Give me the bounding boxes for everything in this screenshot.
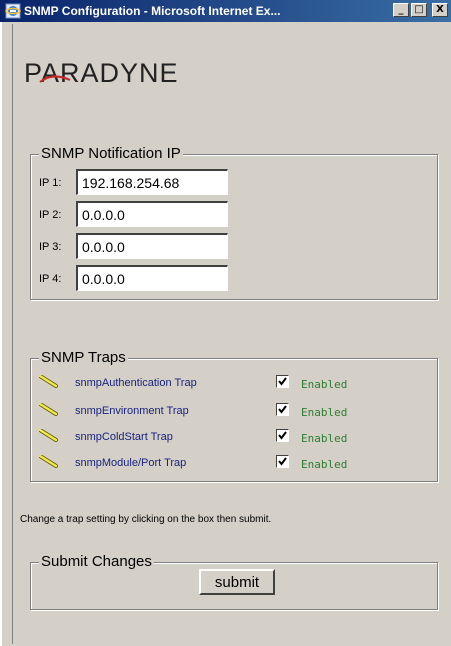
close-icon: X [436,4,444,15]
snmp-traps-legend: SNMP Traps [39,349,128,366]
pencil-icon [39,455,58,468]
trap-row: snmpModule/Port Trap Enabled [39,453,429,473]
minimize-button[interactable]: _ [393,3,409,17]
pencil-icon [39,375,58,388]
trap-name: snmpModule/Port Trap [75,457,187,469]
trap-checkbox[interactable] [276,455,289,468]
trap-status: Enabled [301,432,348,445]
pencil-icon [39,403,58,416]
minimize-icon: _ [398,4,404,15]
window-title: SNMP Configuration - Microsoft Internet … [24,4,281,18]
trap-row: snmpEnvironment Trap Enabled [39,401,429,421]
checkmark-icon [278,405,287,414]
trap-name: snmpEnvironment Trap [75,405,189,417]
trap-status: Enabled [301,458,348,471]
ip-label-1: IP 1: [39,177,62,189]
config-panel [12,24,451,644]
notification-ip-legend: SNMP Notification IP [39,145,183,162]
submit-button[interactable]: submit [199,569,275,595]
browser-window: SNMP Configuration - Microsoft Internet … [0,0,451,646]
submit-changes-legend: Submit Changes [39,553,154,570]
checkmark-icon [278,431,287,440]
trap-name: snmpColdStart Trap [75,431,173,443]
ip-label-4: IP 4: [39,273,62,285]
checkmark-icon [278,377,287,386]
ip-label-3: IP 3: [39,241,62,253]
trap-row: snmpAuthentication Trap Enabled [39,373,429,393]
ip2-input[interactable] [76,201,228,227]
close-button[interactable]: X [432,3,448,17]
submit-changes-group: Submit Changes submit [30,554,438,610]
trap-checkbox[interactable] [276,403,289,416]
ip-label-2: IP 2: [39,209,62,221]
ip4-input[interactable] [76,265,228,291]
trap-checkbox[interactable] [276,429,289,442]
pencil-icon [39,429,58,442]
title-bar[interactable]: SNMP Configuration - Microsoft Internet … [0,0,451,22]
logo-swoosh [39,75,71,83]
snmp-traps-group: SNMP Traps snmpAuthentication Trap Enabl… [30,350,438,482]
trap-status: Enabled [301,378,348,391]
internet-explorer-icon [5,3,21,19]
instructions-text: Change a trap setting by clicking on the… [20,514,272,525]
ip3-input[interactable] [76,233,228,259]
checkmark-icon [278,457,287,466]
trap-checkbox[interactable] [276,375,289,388]
notification-ip-group: SNMP Notification IP IP 1: IP 2: IP 3: I… [30,146,438,300]
ip1-input[interactable] [76,169,228,195]
trap-row: snmpColdStart Trap Enabled [39,427,429,447]
maximize-button[interactable]: □ [411,3,427,17]
trap-status: Enabled [301,406,348,419]
maximize-icon: □ [414,4,424,15]
trap-name: snmpAuthentication Trap [75,377,197,389]
